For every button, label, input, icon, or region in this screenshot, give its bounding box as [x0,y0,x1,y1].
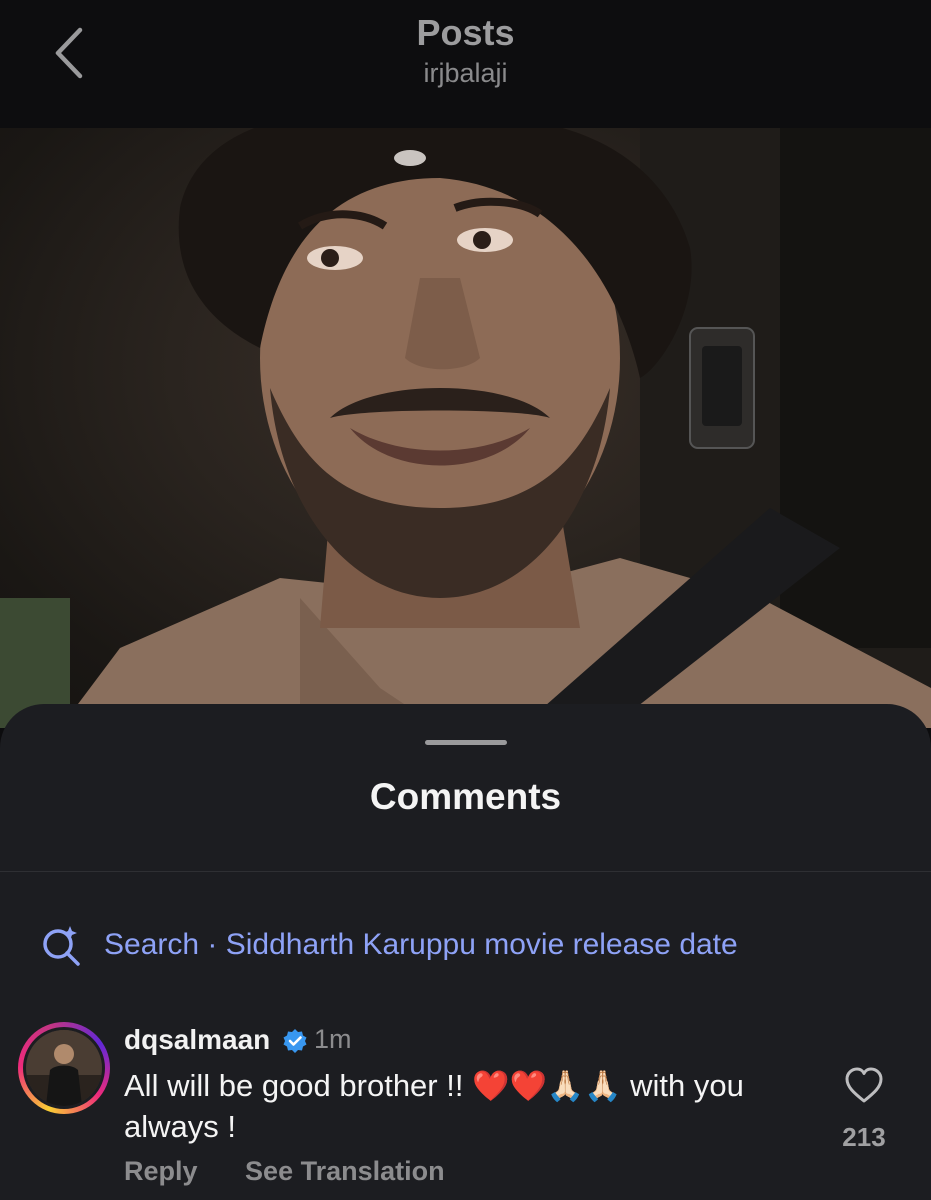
top-navigation-bar: Posts irjbalaji [0,0,931,128]
search-suggestion-text: Search · Siddharth Karuppu movie release… [104,928,738,961]
sparkle-search-icon [43,926,80,966]
comment-time: 1m [314,1024,352,1054]
like-count: 213 [842,1122,886,1152]
comments-title: Comments [369,776,562,817]
heart-outline-icon[interactable] [844,1066,884,1106]
comment-item: dqsalmaan 1m All will be good brother !!… [18,1022,918,1200]
comment-text: All will be good brother !! ❤️❤️🙏🏻🙏🏻 wit… [124,1066,804,1147]
comments-sheet: Comments Search · Siddharth Karuppu movi… [0,704,931,1200]
avatar-photo [26,1030,102,1106]
comment-username[interactable]: dqsalmaan [124,1024,270,1056]
story-ring[interactable] [18,1022,110,1114]
avatar [23,1027,105,1109]
sheet-drag-handle[interactable] [425,740,507,745]
comment-text-part1: All will be good brother !! [124,1068,464,1103]
post-video[interactable] [0,128,931,728]
account-username[interactable]: irjbalaji [0,58,931,89]
verified-badge-icon [283,1029,307,1053]
search-suggestion[interactable]: Search · Siddharth Karuppu movie release… [40,922,738,968]
divider [0,871,931,872]
reply-button[interactable]: Reply [124,1156,198,1186]
page-title: Posts [416,12,515,53]
see-translation-button[interactable]: See Translation [245,1156,445,1186]
comment-actions: Reply See Translation [124,1156,485,1187]
video-frame-illustration [0,128,931,728]
emoji-sequence: ❤️❤️🙏🏻🙏🏻 [472,1070,622,1103]
